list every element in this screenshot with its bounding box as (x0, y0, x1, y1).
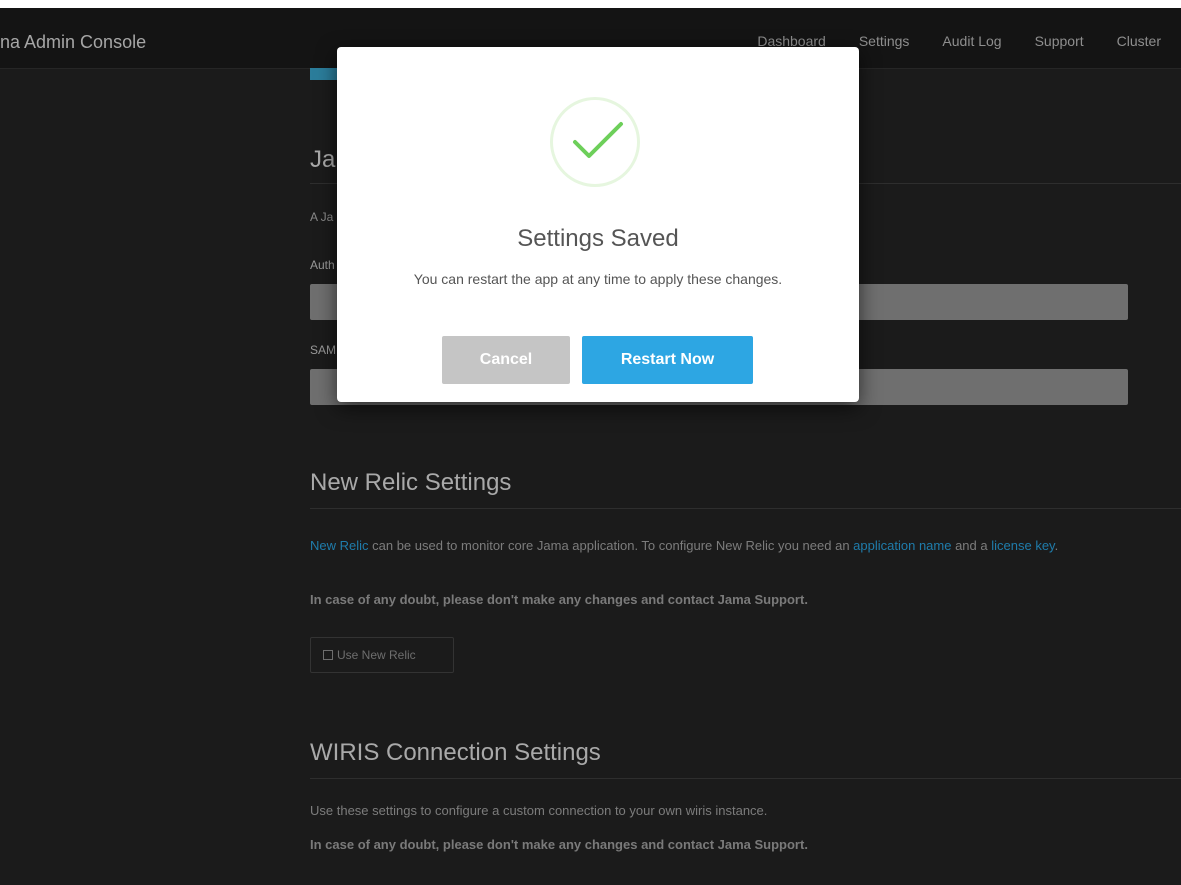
new-relic-heading: New Relic Settings (310, 469, 512, 496)
saml-field-label: SAM (310, 343, 337, 357)
wiris-warning: In case of any doubt, please don't make … (310, 837, 808, 852)
window-top-strip (0, 0, 1181, 8)
new-relic-warning: In case of any doubt, please don't make … (310, 592, 808, 607)
new-relic-description: New Relic can be used to monitor core Ja… (310, 535, 1130, 556)
auth-field-label: Auth (310, 258, 335, 272)
nav-cluster[interactable]: Cluster (1117, 33, 1161, 49)
check-icon (573, 122, 623, 158)
dialog-message: You can restart the app at any time to a… (413, 271, 783, 287)
wiris-heading: WIRIS Connection Settings (310, 739, 601, 766)
application-name-link[interactable]: application name (853, 538, 951, 553)
new-relic-link[interactable]: New Relic (310, 538, 369, 553)
jama-section-description: A Ja (310, 210, 334, 224)
nav-support[interactable]: Support (1035, 33, 1084, 49)
use-new-relic-label: Use New Relic (337, 648, 416, 662)
app-title: na Admin Console (0, 32, 147, 52)
cancel-button[interactable]: Cancel (442, 336, 570, 384)
dialog-title: Settings Saved (517, 225, 679, 252)
section-divider (310, 778, 1181, 779)
new-relic-text-2: and a (951, 538, 992, 553)
use-new-relic-checkbox[interactable]: Use New Relic (310, 637, 454, 673)
new-relic-text-3: . (1054, 538, 1059, 553)
wiris-description: Use these settings to configure a custom… (310, 803, 768, 818)
settings-saved-dialog: Settings Saved You can restart the app a… (337, 47, 859, 402)
active-tab-indicator (310, 68, 340, 80)
license-key-link[interactable]: license key (991, 538, 1054, 553)
new-relic-text-1: can be used to monitor core Jama applica… (368, 538, 854, 553)
section-divider (310, 508, 1181, 509)
nav-audit-log[interactable]: Audit Log (942, 33, 1001, 49)
restart-now-button[interactable]: Restart Now (582, 336, 753, 384)
nav-settings[interactable]: Settings (859, 33, 910, 49)
jama-section-heading: Ja (310, 146, 336, 173)
checkbox-icon (323, 650, 333, 660)
success-badge (550, 97, 640, 187)
